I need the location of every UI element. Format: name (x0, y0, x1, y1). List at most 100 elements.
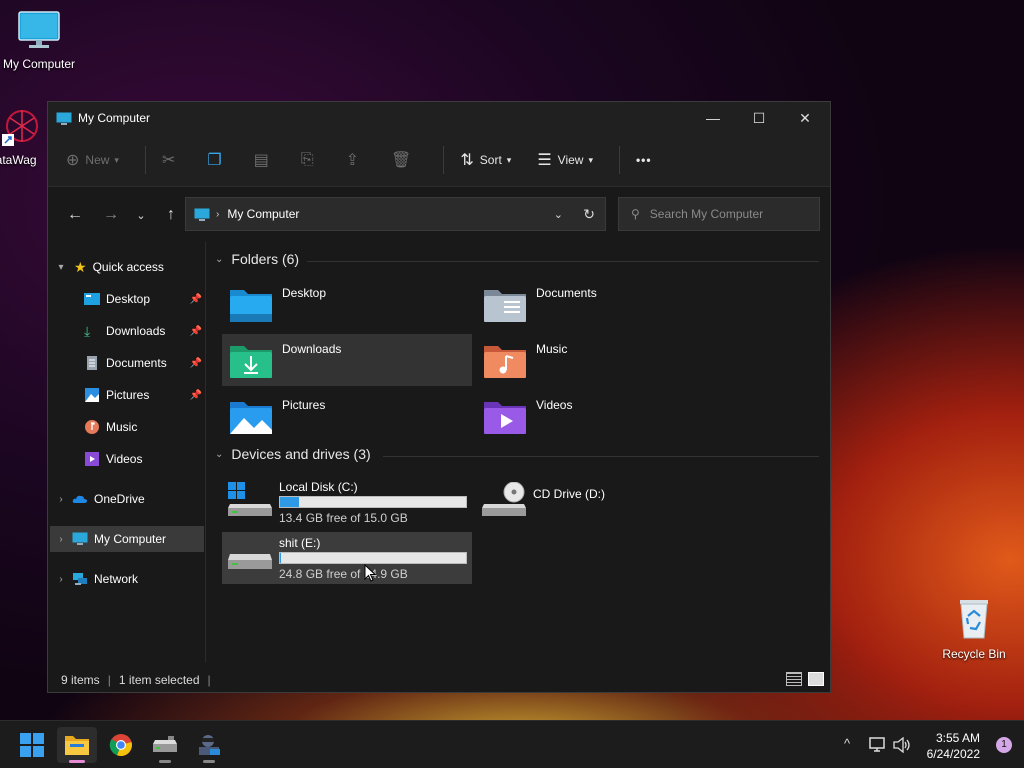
delete-button[interactable]: 🗑 (391, 150, 417, 170)
folder-tile-label: Music (536, 342, 568, 356)
sidebar-item-documents[interactable]: Documents 📌 (50, 350, 204, 376)
share-button[interactable]: ⇪ (346, 150, 365, 170)
active-indicator (69, 760, 85, 763)
recent-locations-chevron-icon[interactable]: ⌄ (126, 209, 156, 222)
forward-arrow-icon[interactable]: → (96, 206, 126, 224)
close-button[interactable]: ✕ (782, 102, 828, 134)
search-box[interactable]: ⚲ Search My Computer (618, 197, 820, 231)
folder-tile-label: Desktop (282, 286, 327, 300)
folder-tile-downloads[interactable]: Downloads (222, 334, 472, 386)
sidebar-item-my-computer[interactable]: › My Computer (50, 526, 204, 552)
folder-tile-desktop[interactable]: Desktop (222, 278, 472, 330)
more-dots-icon: ••• (635, 153, 652, 167)
chevron-down-icon[interactable]: ⌄ (215, 254, 223, 265)
more-options-button[interactable]: ••• (636, 153, 652, 167)
group-divider (383, 456, 819, 457)
pictures-folder-icon (230, 402, 272, 434)
show-hidden-icons-chevron-icon[interactable]: ^ (844, 736, 850, 751)
folders-group-header[interactable]: ⌄ Folders (6) (215, 251, 299, 267)
cut-button[interactable]: ✂ (162, 150, 181, 170)
pin-icon[interactable]: 📌 (190, 294, 202, 305)
rename-button[interactable]: ⎘ (301, 151, 320, 169)
sidebar-item-label: Documents (106, 356, 167, 370)
chevron-down-icon[interactable]: ▾ (50, 262, 72, 273)
volume-icon[interactable] (893, 737, 911, 753)
sidebar-item-label: My Computer (94, 532, 167, 546)
rename-icon: ⎘ (300, 151, 314, 168)
taskbar-chrome[interactable] (101, 727, 141, 763)
taskbar-drive-app[interactable] (145, 727, 185, 763)
video-icon (85, 452, 99, 466)
details-view-icon[interactable] (786, 672, 802, 686)
network-status-icon[interactable] (869, 737, 887, 753)
status-separator: | (107, 673, 111, 687)
toolbar-separator (443, 146, 445, 174)
content-pane: ⌄ Folders (6) Desktop Documents Download… (207, 242, 829, 662)
sidebar-item-desktop[interactable]: Desktop 📌 (50, 286, 204, 312)
desktop-icon-my-computer[interactable]: My Computer (0, 10, 82, 71)
desktop-icon-label: My Computer (2, 57, 76, 71)
desktop-folder-icon (84, 293, 100, 305)
drive-tile-d[interactable]: CD Drive (D:) (476, 476, 726, 528)
sidebar-item-label: OneDrive (94, 492, 145, 506)
notification-badge[interactable]: 1 (996, 737, 1012, 753)
sidebar-item-quick-access[interactable]: ▾ ★ Quick access (50, 254, 204, 280)
pin-icon[interactable]: 📌 (190, 326, 202, 337)
pin-icon[interactable]: 📌 (190, 358, 202, 369)
sidebar-item-label: Music (106, 420, 138, 434)
title-bar[interactable]: My Computer — ☐ ✕ (48, 102, 830, 134)
folder-tile-pictures[interactable]: Pictures (222, 390, 472, 442)
new-button[interactable]: ⊕ New ▾ (66, 150, 119, 170)
taskbar-file-explorer[interactable] (57, 727, 97, 763)
monitor-icon (194, 208, 210, 221)
tiles-view-icon[interactable] (808, 672, 824, 686)
sidebar-item-label: Pictures (106, 388, 150, 402)
copy-button[interactable]: ❐ (207, 150, 227, 170)
maximize-button[interactable]: ☐ (736, 102, 782, 134)
pin-icon[interactable]: 📌 (190, 390, 202, 401)
sidebar-item-onedrive[interactable]: › OneDrive (50, 486, 204, 512)
paste-button[interactable]: ▤ (254, 150, 275, 170)
sidebar-item-downloads[interactable]: ⤓ Downloads 📌 (50, 318, 204, 344)
chevron-right-icon[interactable]: › (50, 494, 72, 505)
taskbar-network-app[interactable] (189, 727, 229, 763)
disk-tool-icon (153, 736, 177, 752)
drives-group-header[interactable]: ⌄ Devices and drives (3) (215, 446, 371, 462)
chevron-right-icon[interactable]: › (50, 574, 72, 585)
running-indicator (203, 760, 215, 763)
drive-tile-c[interactable]: Local Disk (C:) 13.4 GB free of 15.0 GB (222, 476, 472, 528)
drive-free-space: 13.4 GB free of 15.0 GB (279, 511, 408, 525)
view-button[interactable]: ☰ View ▾ (537, 150, 593, 170)
star-icon: ★ (74, 258, 87, 275)
back-arrow-icon[interactable]: ← (60, 206, 90, 224)
system-clock[interactable]: 3:55 AM 6/24/2022 (927, 730, 980, 762)
start-button[interactable] (12, 727, 52, 763)
refresh-icon[interactable]: ↻ (583, 206, 595, 223)
monitor-icon (18, 11, 60, 48)
address-bar[interactable]: › My Computer ⌄ ↻ (185, 197, 606, 231)
up-arrow-icon[interactable]: ↑ (156, 206, 186, 224)
folder-tile-documents[interactable]: Documents (476, 278, 726, 330)
sidebar-item-pictures[interactable]: Pictures 📌 (50, 382, 204, 408)
sidebar-item-network[interactable]: › Network (50, 566, 204, 592)
folder-tile-label: Downloads (282, 342, 342, 356)
chevron-right-icon[interactable]: › (50, 534, 72, 545)
search-placeholder: Search My Computer (649, 207, 764, 221)
sidebar-item-videos[interactable]: Videos (50, 446, 204, 472)
chevron-down-icon[interactable]: ⌄ (215, 449, 223, 460)
drive-usage-bar (279, 552, 467, 564)
sidebar-item-music[interactable]: Music (50, 414, 204, 440)
folder-tile-videos[interactable]: Videos (476, 390, 726, 442)
desktop-icon-label: Recycle Bin (942, 647, 1006, 661)
desktop-icon-recycle-bin[interactable]: Recycle Bin (931, 598, 1017, 661)
breadcrumb-my-computer[interactable]: My Computer (227, 207, 299, 221)
music-folder-icon (484, 346, 526, 378)
sort-button[interactable]: ⇅ Sort ▾ (460, 150, 511, 170)
drive-tile-e[interactable]: shit (E:) 24.8 GB free of 24.9 GB (222, 532, 472, 584)
address-dropdown-chevron-icon[interactable]: ⌄ (554, 208, 563, 221)
selection-count: 1 item selected (118, 673, 200, 687)
chevron-down-icon: ▾ (588, 154, 593, 165)
minimize-button[interactable]: — (690, 102, 736, 134)
windows-logo-icon (20, 733, 44, 757)
folder-tile-music[interactable]: Music (476, 334, 726, 386)
